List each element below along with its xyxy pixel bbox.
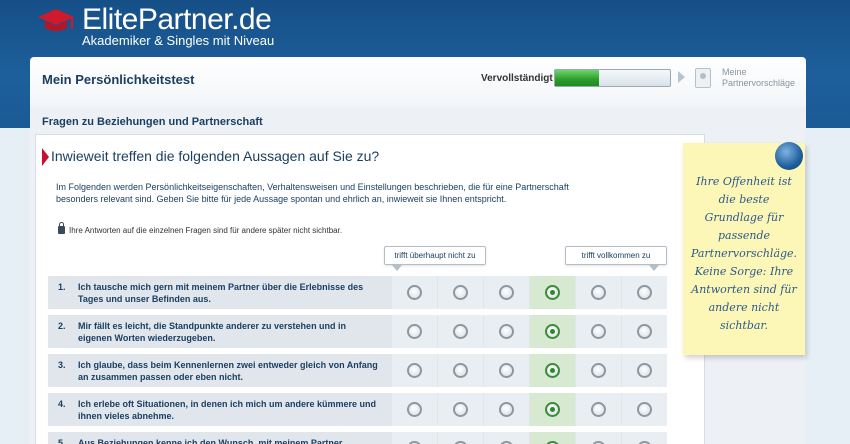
answer-cell xyxy=(576,354,621,387)
answer-radio[interactable] xyxy=(591,402,606,417)
answer-cell xyxy=(484,432,529,444)
progress-fill xyxy=(555,70,599,86)
answer-radio[interactable] xyxy=(407,324,422,339)
sticky-note: Ihre Offenheit ist die beste Grundlage f… xyxy=(683,143,805,355)
answer-radio[interactable] xyxy=(637,324,652,339)
question-number: 5. xyxy=(58,438,66,444)
table-row: 4. Ich erlebe oft Situationen, in denen i… xyxy=(48,393,667,426)
question-text: Ich erlebe oft Situationen, in denen ich… xyxy=(78,399,377,421)
answer-cell xyxy=(530,276,575,309)
answer-radio[interactable] xyxy=(499,363,514,378)
answer-cell xyxy=(576,315,621,348)
arrow-right-icon xyxy=(678,71,685,83)
section-title: Fragen zu Beziehungen und Partnerschaft xyxy=(42,116,263,128)
answer-radio[interactable] xyxy=(407,285,422,300)
answer-radio[interactable] xyxy=(499,324,514,339)
answer-radio[interactable] xyxy=(499,402,514,417)
scale-low-label: trifft überhaupt nicht zu xyxy=(384,246,486,271)
question-number: 4. xyxy=(58,399,66,409)
answer-cell xyxy=(576,393,621,426)
question-text: Ich tausche mich gern mit meinem Partner… xyxy=(78,282,364,304)
graduation-cap-icon xyxy=(38,9,74,31)
progress-bar xyxy=(554,69,671,87)
question-text: Ich glaube, dass beim Kennenlernen zwei … xyxy=(78,360,378,382)
answer-radio[interactable] xyxy=(545,402,560,417)
question-text: Aus Beziehungen kenne ich den Wunsch, mi… xyxy=(78,438,343,444)
answer-radio[interactable] xyxy=(545,285,560,300)
question-card: Inwieweit treffen die folgenden Aussagen… xyxy=(35,134,705,444)
brand-name: ElitePartner.de xyxy=(82,3,272,36)
answer-cell xyxy=(438,393,483,426)
sticky-note-text: Ihre Offenheit ist die beste Grundlage f… xyxy=(690,175,798,332)
answer-radio[interactable] xyxy=(453,285,468,300)
question-text: Mir fällt es leicht, die Standpunkte and… xyxy=(78,321,347,343)
answer-cell xyxy=(438,432,483,444)
scale-high-label: trifft vollkommen zu xyxy=(565,246,667,271)
intro-text: Im Folgenden werden Persönlichkeitseigen… xyxy=(56,182,569,204)
progress-label: Vervollständigt xyxy=(481,73,553,84)
red-marker-icon xyxy=(42,148,49,166)
answer-cell xyxy=(576,276,621,309)
question-number: 3. xyxy=(58,360,66,370)
answer-cell xyxy=(438,276,483,309)
answer-cell xyxy=(530,354,575,387)
answer-cell xyxy=(438,315,483,348)
answer-cell xyxy=(622,354,667,387)
answer-cell xyxy=(392,315,437,348)
answer-radio[interactable] xyxy=(453,324,468,339)
partner-suggestions-link[interactable]: Meine Partnervorschläge xyxy=(722,67,802,89)
answer-cell xyxy=(392,393,437,426)
answer-radio[interactable] xyxy=(637,363,652,378)
question-number: 2. xyxy=(58,321,66,331)
brand-logo[interactable]: ElitePartner.de Akademiker & Singles mit… xyxy=(36,3,286,49)
answer-radio[interactable] xyxy=(637,402,652,417)
answer-cell xyxy=(576,432,621,444)
table-row: 5. Aus Beziehungen kenne ich den Wunsch, … xyxy=(48,432,667,444)
answer-cell xyxy=(622,315,667,348)
answer-radio[interactable] xyxy=(407,402,422,417)
pin-icon xyxy=(775,142,803,170)
partner-suggestions-icon[interactable] xyxy=(695,68,711,88)
answer-cell xyxy=(530,432,575,444)
answer-cell xyxy=(392,432,437,444)
answer-radio[interactable] xyxy=(591,363,606,378)
answer-cell xyxy=(484,276,529,309)
answer-cell xyxy=(484,354,529,387)
question-number: 1. xyxy=(58,282,66,292)
answer-cell xyxy=(484,315,529,348)
answer-radio[interactable] xyxy=(453,363,468,378)
answer-cell xyxy=(530,393,575,426)
answer-cell xyxy=(392,354,437,387)
answer-cell xyxy=(392,276,437,309)
answer-radio[interactable] xyxy=(545,324,560,339)
answer-cell xyxy=(438,354,483,387)
answer-radio[interactable] xyxy=(545,363,560,378)
table-row: 2. Mir fällt es leicht, die Standpunkte a… xyxy=(48,315,667,348)
answer-radio[interactable] xyxy=(407,363,422,378)
table-row: 3. Ich glaube, dass beim Kennenlernen zwe… xyxy=(48,354,667,387)
answer-cell xyxy=(622,393,667,426)
answer-radio[interactable] xyxy=(499,285,514,300)
answer-cell xyxy=(622,276,667,309)
table-row: 1. Ich tausche mich gern mit meinem Partn… xyxy=(48,276,667,309)
answer-cell xyxy=(530,315,575,348)
test-topbar: Mein Persönlichkeitstest Vervollständigt… xyxy=(30,57,806,107)
answer-cell xyxy=(484,393,529,426)
page-title: Mein Persönlichkeitstest xyxy=(42,72,195,87)
answer-radio[interactable] xyxy=(453,402,468,417)
answer-radio[interactable] xyxy=(637,285,652,300)
answer-radio[interactable] xyxy=(591,324,606,339)
privacy-note: Ihre Antworten auf die einzelnen Fragen … xyxy=(58,222,342,236)
brand-tagline: Akademiker & Singles mit Niveau xyxy=(82,33,275,48)
answer-radio[interactable] xyxy=(591,285,606,300)
lock-icon xyxy=(58,222,65,234)
question-heading: Inwieweit treffen die folgenden Aussagen… xyxy=(51,148,380,164)
answer-cell xyxy=(622,432,667,444)
